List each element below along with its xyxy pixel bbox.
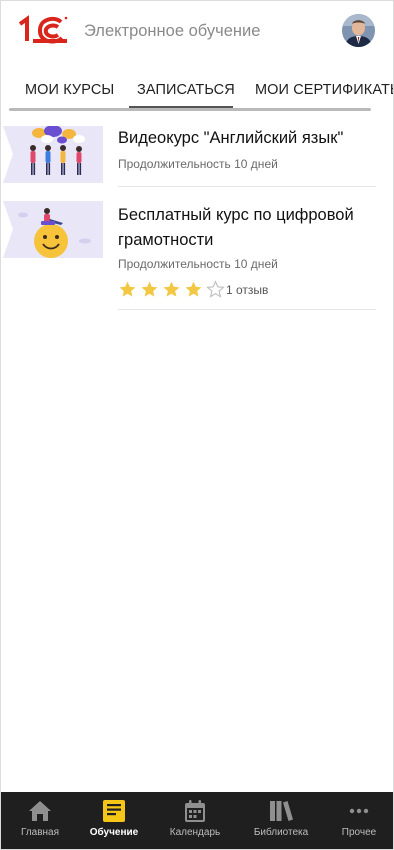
course-title[interactable]: Бесплатный курс по цифровой грамотности xyxy=(118,203,380,253)
course-duration: Продолжительность 10 дней xyxy=(118,257,278,271)
tab-my-courses[interactable]: МОИ КУРСЫ xyxy=(25,82,114,98)
people-chatting-illustration-icon xyxy=(3,126,103,183)
star-filled-icon xyxy=(119,281,136,297)
nav-label: Календарь xyxy=(169,827,221,838)
nav-label: Прочее xyxy=(341,827,377,838)
tab-my-certificates[interactable]: МОИ СЕРТИФИКАТЫ xyxy=(255,82,393,98)
star-filled-icon xyxy=(141,281,158,297)
star-filled-icon xyxy=(185,281,202,297)
user-avatar[interactable] xyxy=(342,14,375,47)
brand-logo[interactable] xyxy=(17,15,69,45)
bottom-navigation: Главная Обучение Календарь Библиотека Пр… xyxy=(1,792,393,849)
divider xyxy=(118,186,376,187)
learning-icon xyxy=(103,800,125,822)
more-icon xyxy=(349,808,369,814)
nav-label: Главная xyxy=(20,827,60,838)
star-empty-icon xyxy=(206,280,225,298)
nav-label: Обучение xyxy=(89,827,139,838)
course-item[interactable]: Видеокурс "Английский язык" Продолжитель… xyxy=(1,126,393,188)
nav-item-learning[interactable]: Обучение xyxy=(75,792,153,849)
nav-item-more[interactable]: Прочее xyxy=(320,792,393,849)
nav-item-calendar[interactable]: Календарь xyxy=(156,792,234,849)
nav-item-library[interactable]: Библиотека xyxy=(242,792,320,849)
library-icon xyxy=(270,801,293,821)
header: Электронное обучение xyxy=(1,1,393,65)
tabs-scrollbar[interactable] xyxy=(9,108,371,111)
nav-label: Библиотека xyxy=(253,827,309,838)
nav-item-home[interactable]: Главная xyxy=(1,792,79,849)
course-item[interactable]: Бесплатный курс по цифровой грамотности … xyxy=(1,201,393,311)
tab-bar: МОИ КУРСЫ ЗАПИСАТЬСЯ МОИ СЕРТИФИКАТЫ xyxy=(1,65,393,111)
star-filled-icon xyxy=(163,281,180,297)
tab-enroll[interactable]: ЗАПИСАТЬСЯ xyxy=(137,82,235,98)
app-frame: Электронное обучение МОИ КУРСЫ ЗАПИСАТЬС… xyxy=(0,0,394,850)
reviews-count[interactable]: 1 отзыв xyxy=(226,283,268,297)
app-title: Электронное обучение xyxy=(84,22,261,40)
divider xyxy=(118,309,376,310)
calendar-icon xyxy=(185,800,205,822)
home-icon xyxy=(29,801,51,821)
course-duration: Продолжительность 10 дней xyxy=(118,157,278,171)
active-tab-indicator xyxy=(129,106,233,108)
smiley-face-illustration-icon xyxy=(3,201,103,258)
course-title[interactable]: Видеокурс "Английский язык" xyxy=(118,126,380,151)
